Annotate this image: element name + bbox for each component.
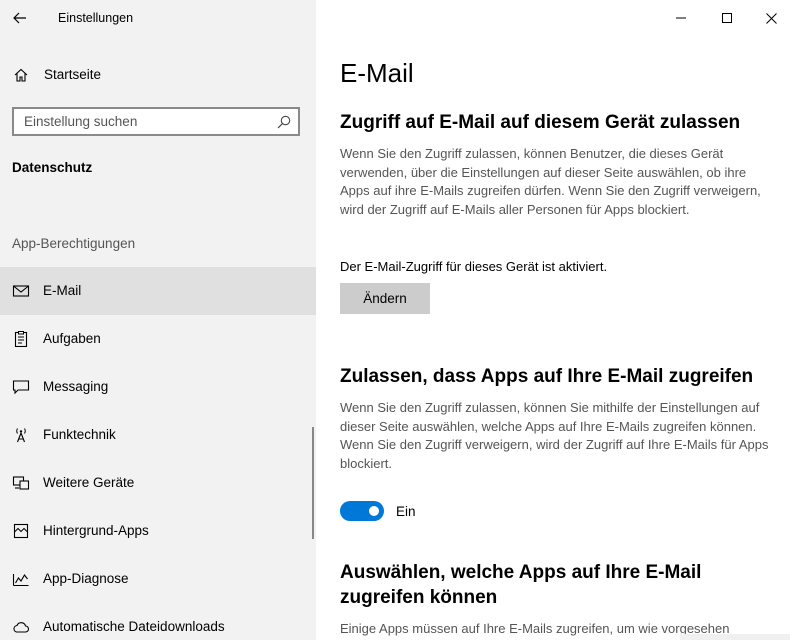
sidebar-item-label: Aufgaben: [43, 331, 101, 346]
sidebar-item-tasks[interactable]: Aufgaben: [0, 315, 316, 363]
settings-search-box[interactable]: [12, 107, 300, 136]
mail-icon: [12, 285, 30, 297]
maximize-button[interactable]: [704, 0, 750, 36]
section-heading-choose-apps: Auswählen, welche Apps auf Ihre E-Mail z…: [340, 562, 702, 608]
diagnostics-icon: [12, 574, 29, 587]
back-button[interactable]: [0, 0, 40, 36]
minimize-button[interactable]: [658, 0, 704, 36]
chat-icon: [12, 380, 30, 395]
content-pane: E-Mail Zugriff auf E-Mail auf diesem Ger…: [316, 0, 790, 640]
sidebar-item-email[interactable]: E-Mail: [0, 267, 316, 315]
device-access-status: Der E-Mail-Zugriff für dieses Gerät ist …: [340, 259, 608, 274]
sidebar-item-home[interactable]: Startseite: [0, 57, 316, 93]
background-apps-icon: [13, 523, 29, 539]
toggle-knob: [369, 506, 379, 516]
nav-list: E-Mail Aufgaben Messaging Funktechnik We…: [0, 267, 316, 640]
sidebar-item-automatic-file-downloads[interactable]: Automatische Dateidownloads: [0, 603, 316, 640]
title-bar: Einstellungen: [0, 0, 316, 36]
close-button[interactable]: [748, 0, 790, 36]
close-icon: [765, 12, 777, 24]
home-icon: [14, 68, 28, 82]
sidebar: Einstellungen Startseite Datenschutz App…: [0, 0, 316, 640]
horizontal-scrollbar[interactable]: [680, 634, 790, 640]
group-label: App-Berechtigungen: [12, 236, 136, 251]
sidebar-item-other-devices[interactable]: Weitere Geräte: [0, 459, 316, 507]
page-title: E-Mail: [340, 58, 414, 88]
sidebar-item-label: Startseite: [44, 67, 102, 82]
section-description-device-access: Wenn Sie den Zugriff zulassen, können Be…: [340, 146, 761, 217]
sidebar-item-label: Weitere Geräte: [43, 475, 135, 490]
section-title: Datenschutz: [12, 160, 93, 175]
app-title: Einstellungen: [58, 11, 134, 25]
section-heading-device-access: Zugriff auf E-Mail auf diesem Gerät zula…: [340, 112, 741, 133]
change-button[interactable]: Ändern: [340, 283, 430, 314]
antenna-icon: [16, 428, 26, 443]
sidebar-item-label: App-Diagnose: [43, 571, 129, 586]
section-description-app-access: Wenn Sie den Zugriff zulassen, können Si…: [340, 400, 769, 471]
sidebar-item-label: Messaging: [43, 379, 109, 394]
sidebar-item-radios[interactable]: Funktechnik: [0, 411, 316, 459]
maximize-icon: [722, 13, 732, 23]
minimize-icon: [676, 17, 686, 19]
search-icon[interactable]: [277, 115, 291, 129]
sidebar-item-background-apps[interactable]: Hintergrund-Apps: [0, 507, 316, 555]
sidebar-item-label: E-Mail: [43, 283, 82, 298]
cloud-icon: [13, 622, 29, 633]
app-access-toggle[interactable]: [340, 501, 384, 521]
sidebar-item-messaging[interactable]: Messaging: [0, 363, 316, 411]
back-arrow-icon: [13, 12, 26, 24]
sidebar-scrollbar[interactable]: [312, 427, 314, 539]
sidebar-item-label: Hintergrund-Apps: [43, 523, 149, 538]
clipboard-icon: [14, 331, 28, 347]
sidebar-item-label: Funktechnik: [43, 427, 116, 442]
search-input[interactable]: [14, 109, 270, 134]
sidebar-item-app-diagnostics[interactable]: App-Diagnose: [0, 555, 316, 603]
sidebar-item-label: Automatische Dateidownloads: [43, 619, 225, 634]
devices-icon: [12, 476, 30, 490]
section-heading-app-access: Zulassen, dass Apps auf Ihre E-Mail zugr…: [340, 366, 754, 387]
toggle-label: Ein: [396, 504, 416, 519]
